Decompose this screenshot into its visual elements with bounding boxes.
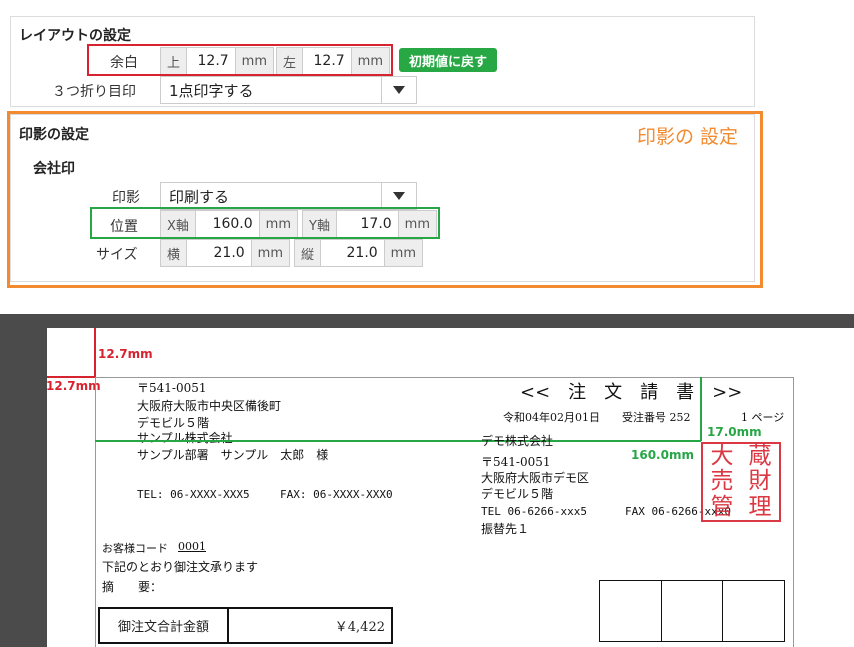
fold-mark-label: ３つ折り目印 [52, 84, 136, 100]
seal-char: 管 [710, 493, 734, 520]
document-date: 令和04年02月01日 [503, 411, 600, 424]
customer-company: サンプル株式会社 [137, 431, 233, 445]
size-height-field[interactable]: 縦 21.0 mm [294, 239, 423, 267]
stamp-settings-heading: 印影の設定 [19, 127, 89, 143]
seal-char: 売 [710, 468, 734, 495]
fold-mark-value: 1点印字する [169, 81, 254, 100]
size-label: サイズ [96, 247, 138, 263]
seal-print-value: 印刷する [169, 187, 230, 206]
company-seal-stamp: 大 蔵 売 財 管 理 [701, 442, 781, 522]
summary-label: 摘 要： [102, 580, 163, 594]
layout-settings-heading: レイアウトの設定 [19, 28, 131, 44]
chevron-down-icon [381, 77, 416, 103]
stamp-settings-annotation: 印影の 設定 [637, 126, 739, 148]
document-title: << 注 文 請 書 >> [520, 382, 743, 403]
reset-default-button[interactable]: 初期値に戻す [399, 48, 497, 72]
seal-char: 大 [710, 443, 734, 469]
margin-top-note: 12.7mm [98, 347, 153, 361]
own-company: デモ株式会社 [481, 434, 554, 448]
h-unit: mm [383, 240, 422, 266]
order-number: 受注番号 252 [622, 411, 691, 424]
w-unit: mm [250, 240, 289, 266]
own-postal: 〒541-0051 [481, 455, 551, 469]
own-tel: TEL 06-6266-xxx5 [481, 505, 587, 518]
margin-left-note: 12.7mm [46, 379, 101, 393]
customer-fax: FAX: 06-XXXX-XXX0 [280, 488, 393, 501]
company-seal-heading: 会社印 [33, 161, 75, 177]
w-value[interactable]: 21.0 [187, 240, 251, 266]
own-transfer: 振替先１ [481, 522, 530, 536]
size-width-field[interactable]: 横 21.0 mm [160, 239, 290, 267]
y-axis-guide-line [95, 440, 701, 442]
margin-highlight [87, 44, 393, 76]
customer-address-1: 大阪府大阪市中央区備後町 [137, 399, 282, 413]
total-table: 御注文合計金額 ￥4,422 [98, 607, 393, 644]
approval-boxes [599, 580, 785, 642]
seal-char: 蔵 [748, 443, 772, 469]
seal-print-select[interactable]: 印刷する [160, 182, 417, 210]
approval-box [600, 581, 662, 641]
seal-char: 財 [748, 468, 772, 495]
own-address-2: デモビル５階 [481, 487, 554, 501]
customer-code-value: 0001 [178, 540, 206, 553]
h-value[interactable]: 21.0 [321, 240, 384, 266]
own-address-1: 大阪府大阪市デモ区 [481, 471, 590, 485]
order-message: 下記のとおり御注文承ります [102, 560, 259, 574]
x-axis-guide-line [700, 377, 702, 441]
position-highlight [90, 207, 440, 239]
total-value-cell: ￥4,422 [229, 609, 391, 642]
approval-box [723, 581, 784, 641]
seal-print-label: 印影 [112, 190, 140, 206]
page-number: 1 ページ [741, 411, 785, 424]
w-prefix: 横 [161, 240, 188, 266]
customer-code-label: お客様コード [102, 542, 168, 555]
margin-top-line [94, 328, 96, 377]
customer-postal: 〒541-0051 [137, 381, 207, 395]
margin-left-line [47, 376, 95, 378]
seal-char: 理 [748, 493, 772, 520]
fold-mark-select[interactable]: 1点印字する [160, 76, 417, 104]
total-label: 御注文合計金額 [117, 620, 209, 635]
total-label-cell: 御注文合計金額 [100, 609, 229, 642]
chevron-down-icon [381, 183, 416, 209]
approval-box [662, 581, 724, 641]
customer-person: サンプル部署 サンプル 太郎 様 [137, 448, 329, 462]
total-value: ￥4,422 [334, 620, 385, 635]
customer-tel: TEL: 06-XXXX-XXX5 [137, 488, 250, 501]
x-position-note: 160.0mm [631, 448, 694, 462]
h-prefix: 縦 [295, 240, 322, 266]
y-position-note: 17.0mm [707, 425, 762, 439]
